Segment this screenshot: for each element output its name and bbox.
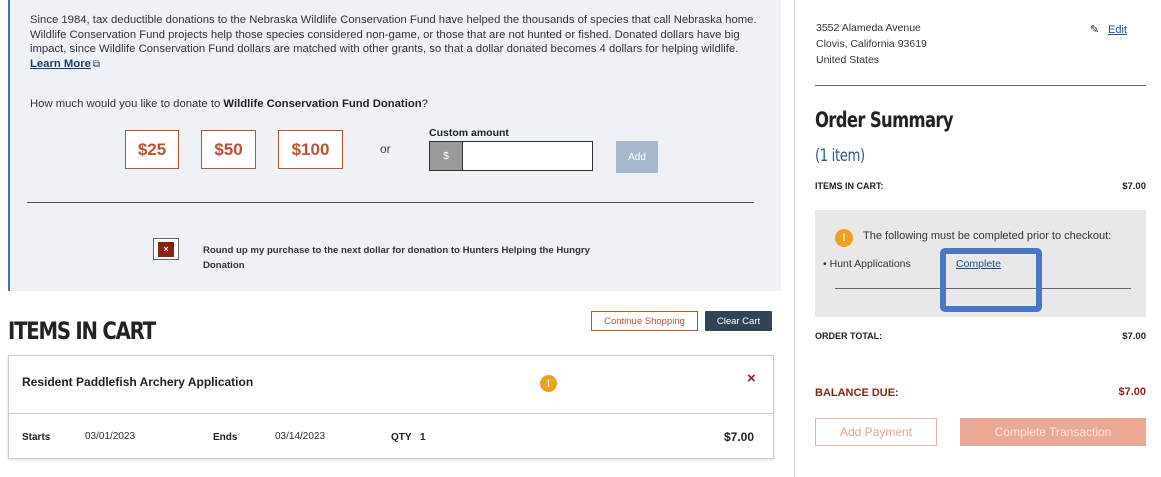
custom-amount-label: Custom amount	[429, 127, 509, 139]
order-item-count: (1 item)	[815, 146, 865, 166]
bullet: •	[823, 258, 827, 270]
custom-amount-input[interactable]	[462, 141, 593, 171]
address-line-3: United States	[816, 54, 880, 66]
or-separator: or	[380, 142, 391, 156]
add-payment-button[interactable]: Add Payment	[815, 418, 937, 446]
learn-more-link[interactable]: Learn More	[30, 58, 91, 70]
donation-description-text: Since 1984, tax deductible donations to …	[30, 14, 757, 56]
address-line-1: 3552 Alameda Avenue	[816, 22, 921, 34]
address-line-2: Clovis, California 93619	[816, 38, 927, 50]
items-in-cart-value: $7.00	[1122, 181, 1146, 192]
column-divider	[794, 0, 795, 477]
edit-address-link[interactable]: Edit	[1108, 24, 1127, 36]
donation-question: How much would you like to donate to Wil…	[30, 98, 428, 110]
question-prefix: How much would you like to donate to	[30, 98, 224, 110]
left-column: Since 1984, tax deductible donations to …	[0, 0, 781, 477]
order-total-label: ORDER TOTAL:	[815, 331, 883, 341]
pencil-icon: ✎	[1090, 24, 1100, 36]
divider	[815, 85, 1146, 86]
starts-value: 03/01/2023	[85, 431, 136, 442]
donate-100-button[interactable]: $100	[278, 130, 343, 169]
cart-item-divider	[9, 413, 773, 414]
roundup-label: Round up my purchase to the next dollar …	[203, 245, 590, 271]
ends-value: 03/14/2023	[275, 431, 326, 442]
requirement-item: • Hunt Applications	[823, 258, 911, 270]
items-in-cart-label: ITEMS IN CART:	[815, 181, 884, 191]
clear-cart-button[interactable]: Clear Cart	[705, 311, 772, 331]
items-in-cart-heading: ITEMS IN CART	[8, 317, 156, 345]
balance-due-label: BALANCE DUE:	[815, 387, 899, 399]
qty-label: QTY	[391, 432, 412, 443]
divider	[27, 202, 754, 203]
donation-description: Since 1984, tax deductible donations to …	[30, 13, 770, 72]
donate-25-button[interactable]: $25	[125, 130, 179, 169]
donate-50-button[interactable]: $50	[201, 130, 256, 169]
question-suffix: ?	[421, 98, 428, 110]
external-link-icon: ⧉	[92, 58, 101, 70]
shipping-address: 3552 Alameda Avenue Clovis, California 9…	[816, 20, 927, 68]
remove-item-icon[interactable]: ×	[747, 370, 756, 387]
roundup-checkbox[interactable]: ×	[153, 238, 179, 260]
starts-label: Starts	[22, 432, 51, 443]
ends-label: Ends	[213, 432, 238, 443]
currency-prefix: $	[429, 141, 463, 171]
fund-name: Wildlife Conservation Fund Donation	[223, 98, 422, 110]
add-donation-button[interactable]: Add	[616, 141, 658, 173]
warning-icon: !	[835, 229, 853, 247]
requirements-message: The following must be completed prior to…	[863, 230, 1112, 242]
qty-value: 1	[420, 432, 426, 443]
order-summary-title: Order Summary	[815, 108, 954, 132]
cart-item: Resident Paddlefish Archery Application …	[8, 355, 774, 459]
highlight-box	[940, 248, 1042, 312]
check-mark-icon: ×	[158, 241, 174, 257]
requirement-name: Hunt Applications	[829, 258, 911, 270]
cart-item-name: Resident Paddlefish Archery Application	[22, 375, 254, 389]
complete-transaction-button[interactable]: Complete Transaction	[960, 418, 1146, 446]
balance-due-value: $7.00	[1118, 386, 1146, 398]
warning-icon: !	[540, 375, 557, 392]
continue-shopping-button[interactable]: Continue Shopping	[591, 311, 698, 331]
cart-item-price: $7.00	[724, 430, 755, 444]
order-total-value: $7.00	[1122, 331, 1146, 342]
